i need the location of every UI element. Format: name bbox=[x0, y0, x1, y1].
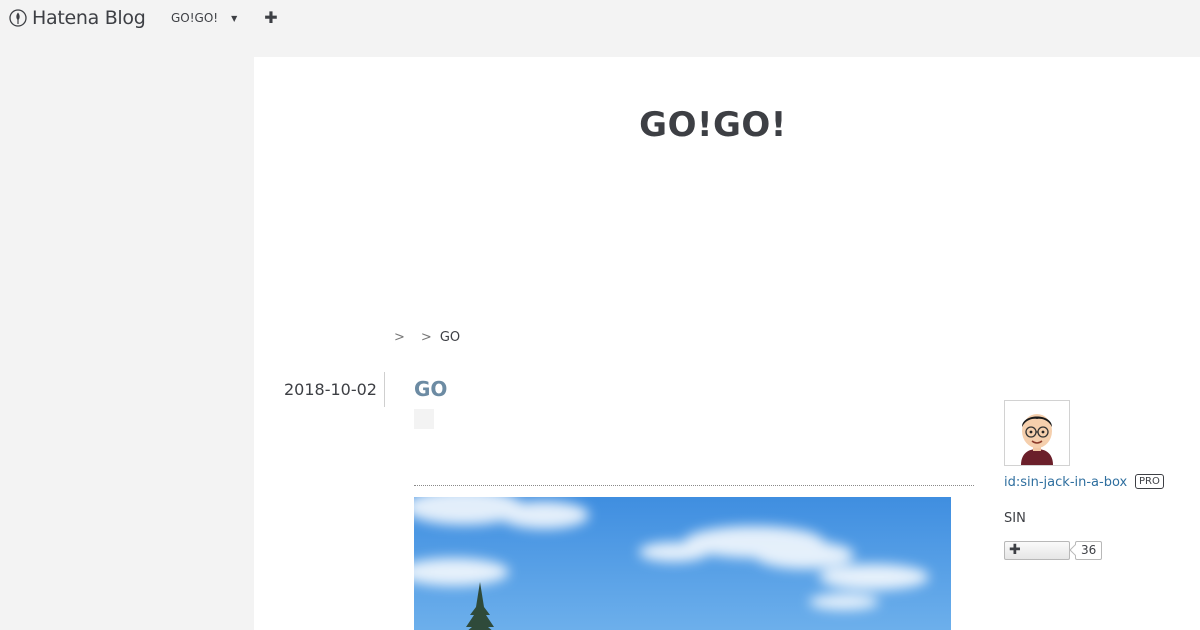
subscriber-count[interactable]: 36 bbox=[1075, 541, 1103, 560]
blog-title[interactable]: GO!GO! bbox=[254, 105, 1172, 145]
entry-category-placeholder bbox=[414, 409, 434, 429]
plus-icon: ✚ bbox=[1009, 542, 1021, 558]
add-entry-button[interactable]: ✚ bbox=[262, 8, 280, 28]
global-header: Hatena Blog GO!GO! ▼ ✚ bbox=[0, 0, 1200, 37]
blog-menu-label: GO!GO! bbox=[171, 11, 219, 25]
caret-down-icon: ▼ bbox=[231, 13, 238, 23]
entry-title[interactable]: GO bbox=[414, 377, 447, 401]
entry-date[interactable]: 2018-10-02 bbox=[284, 380, 377, 399]
breadcrumb-separator: > bbox=[394, 330, 405, 345]
pro-badge: PRO bbox=[1135, 474, 1164, 489]
subscribe-button[interactable]: ✚ bbox=[1004, 541, 1070, 560]
date-divider bbox=[384, 372, 385, 407]
hatena-logo-icon bbox=[9, 9, 27, 27]
hatena-blog-logo[interactable]: Hatena Blog bbox=[9, 7, 146, 29]
blog-switcher-menu[interactable]: GO!GO! ▼ bbox=[171, 11, 237, 25]
entry-photo bbox=[414, 497, 951, 630]
avatar-icon bbox=[1005, 401, 1069, 465]
sky-photo bbox=[414, 497, 951, 630]
plus-icon: ✚ bbox=[264, 8, 278, 27]
profile-name: SIN bbox=[1004, 511, 1026, 526]
entry-divider bbox=[414, 485, 974, 486]
breadcrumb-current: GO bbox=[439, 330, 461, 345]
breadcrumb-separator: > bbox=[420, 330, 432, 345]
logo-text: Hatena Blog bbox=[32, 7, 146, 29]
breadcrumb: > > GO bbox=[394, 330, 460, 345]
blog-container: GO!GO! > > GO 2018-10-02 GO id:sin-jack-… bbox=[254, 57, 1200, 630]
profile-avatar[interactable] bbox=[1004, 400, 1070, 466]
profile-id-link[interactable]: id:sin-jack-in-a-box bbox=[1004, 475, 1127, 490]
